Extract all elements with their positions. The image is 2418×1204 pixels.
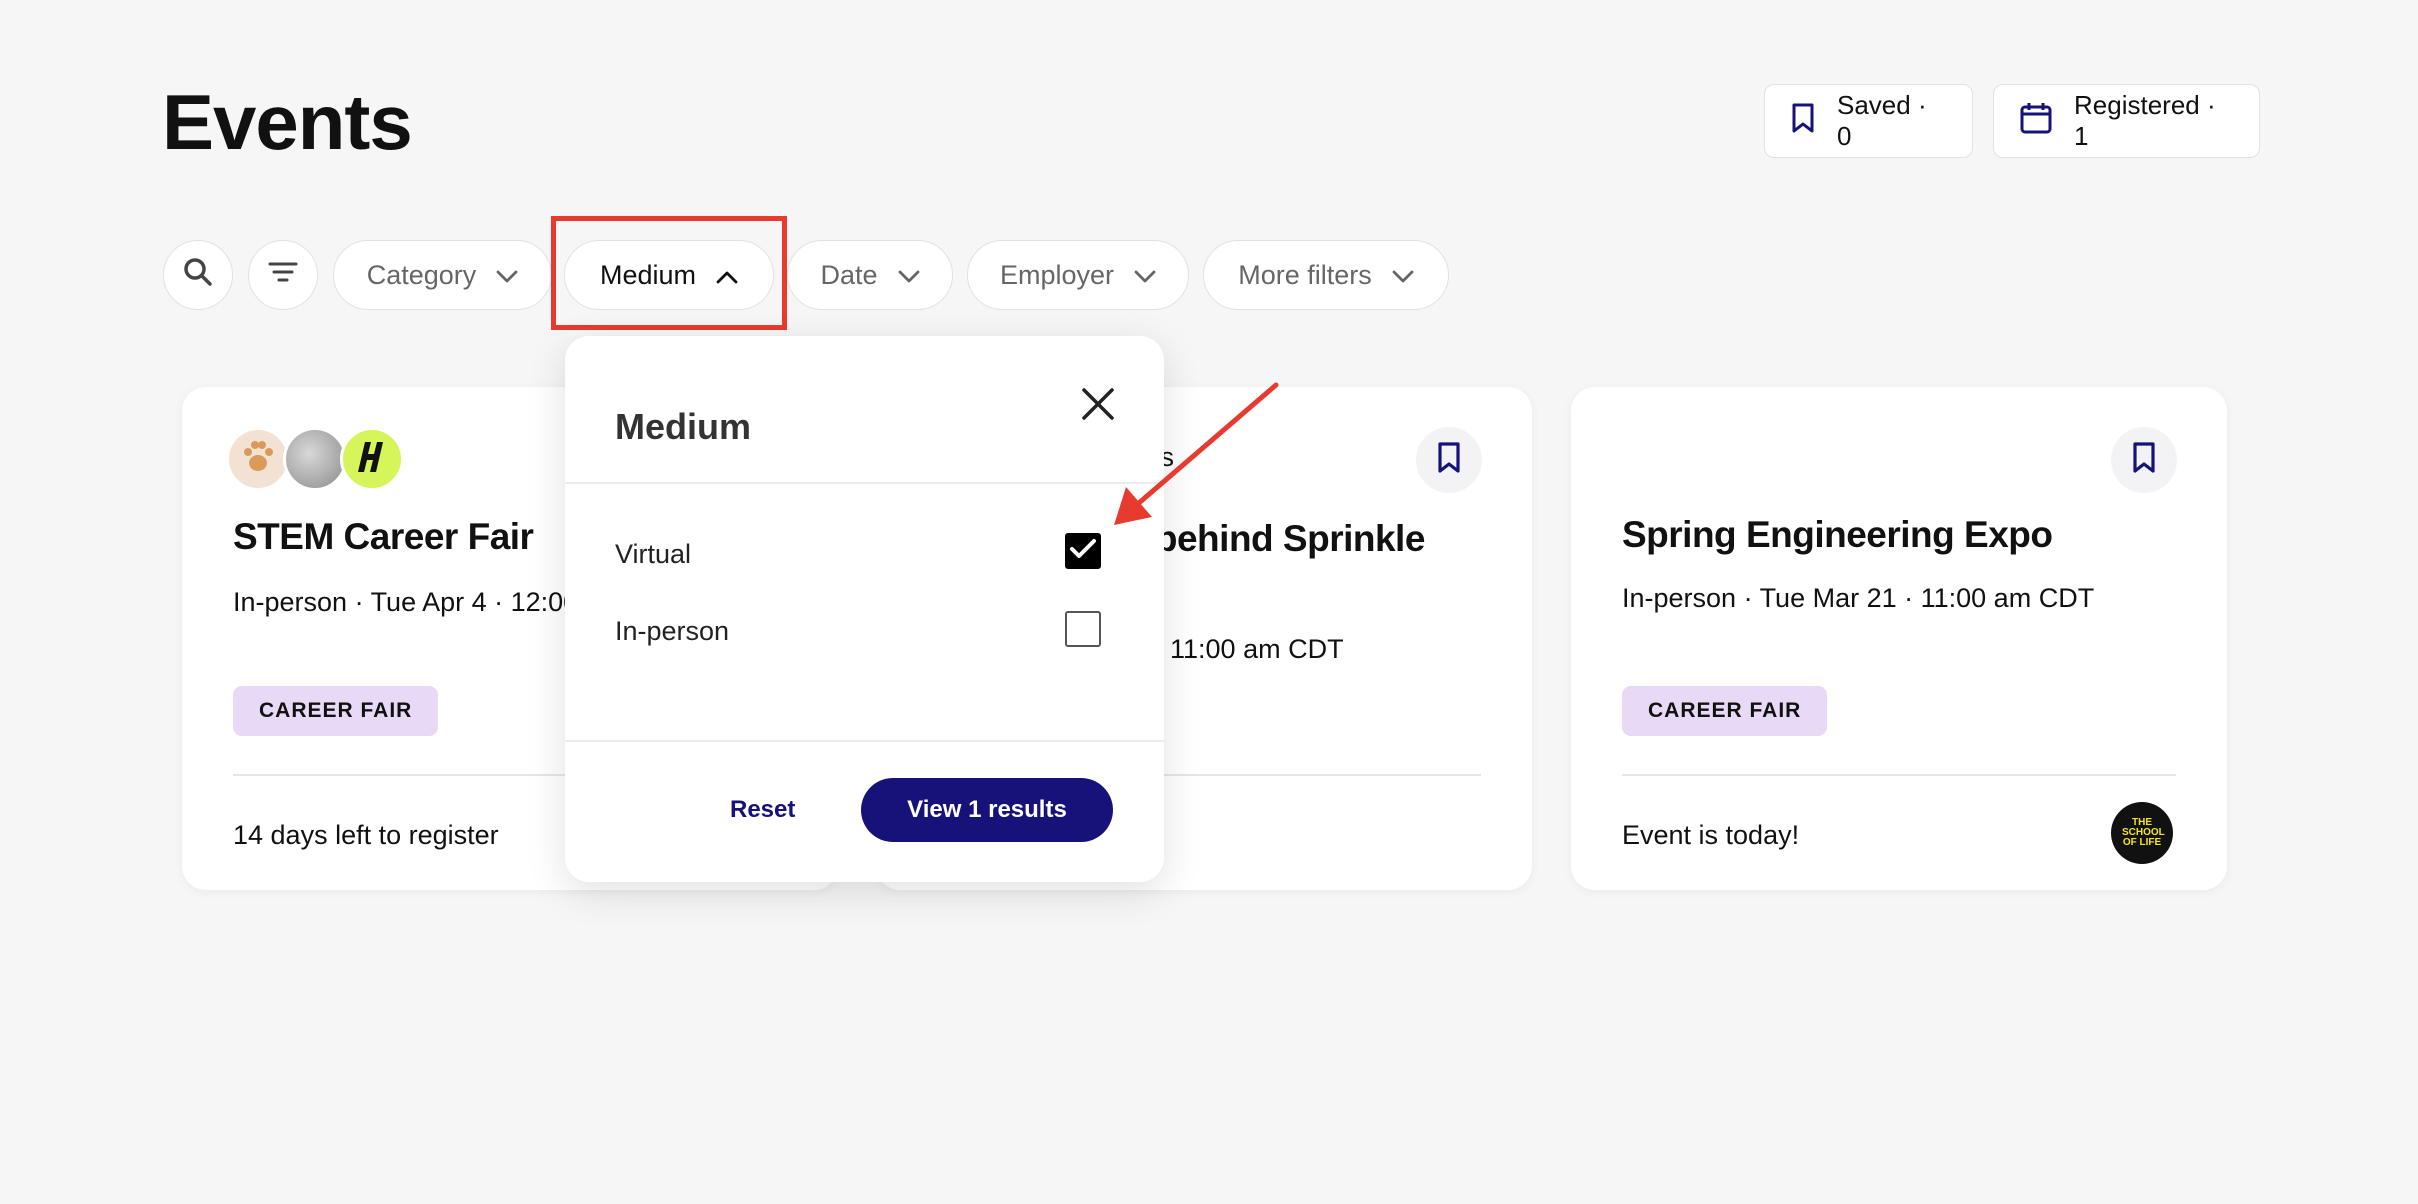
- option-virtual-checkbox[interactable]: [1065, 533, 1101, 569]
- event-title[interactable]: n behind Sprinkle: [1123, 518, 1425, 560]
- employer-logo: THE SCHOOL OF LIFE: [2111, 802, 2173, 864]
- dropdown-title: Medium: [615, 406, 752, 447]
- close-icon: [1080, 388, 1116, 426]
- employer-avatar-paw: [226, 427, 290, 491]
- event-title[interactable]: Spring Engineering Expo: [1622, 514, 2053, 556]
- event-title[interactable]: STEM Career Fair: [233, 516, 534, 558]
- bookmark-button[interactable]: [2111, 427, 2177, 493]
- more-filters-button[interactable]: More filters: [1203, 240, 1449, 310]
- event-meta: In-person · Tue Mar 21 · 11:00 am CDT: [1622, 583, 2095, 613]
- date-filter-label: Date: [820, 259, 878, 290]
- close-button[interactable]: [1080, 386, 1116, 422]
- chevron-down-icon: [496, 260, 518, 291]
- option-in-person-checkbox[interactable]: [1065, 611, 1101, 647]
- register-deadline: 14 days left to register: [233, 820, 499, 850]
- employer-logo-text: THE SCHOOL OF LIFE: [2122, 817, 2165, 848]
- bookmark-icon: [2132, 441, 2156, 479]
- registered-button[interactable]: Registered · 1: [1993, 84, 2260, 158]
- card-divider: [1622, 774, 2176, 776]
- saved-button[interactable]: Saved · 0: [1764, 84, 1973, 158]
- category-filter[interactable]: Category: [333, 240, 552, 310]
- category-tag: CAREER FAIR: [233, 686, 439, 736]
- view-results-button[interactable]: View 1 results: [861, 778, 1113, 842]
- reset-button[interactable]: Reset: [730, 796, 795, 824]
- chevron-down-icon: [1392, 260, 1414, 291]
- paw-icon: [240, 440, 276, 479]
- bookmark-button[interactable]: [1416, 427, 1482, 493]
- search-button[interactable]: [163, 240, 233, 310]
- medium-dropdown: Medium Virtual In-person Reset View 1 re…: [565, 336, 1164, 882]
- chevron-down-icon: [1134, 260, 1156, 291]
- chevron-down-icon: [898, 260, 920, 291]
- event-meta: In-person · Tue Apr 4 · 12:00: [233, 587, 579, 617]
- option-virtual-label[interactable]: Virtual: [615, 539, 691, 570]
- event-card-spring-expo[interactable]: Spring Engineering Expo In-person · Tue …: [1571, 387, 2227, 890]
- sort-button[interactable]: [248, 240, 318, 310]
- event-meta: 11:00 am CDT: [1170, 634, 1344, 664]
- employer-avatar-h: [340, 427, 404, 491]
- event-status: Event is today!: [1622, 820, 1800, 850]
- dropdown-divider: [565, 482, 1164, 484]
- saved-label: Saved · 0: [1837, 90, 1927, 151]
- more-filters-label: More filters: [1238, 259, 1372, 290]
- highlight-box: [551, 216, 787, 330]
- date-filter[interactable]: Date: [787, 240, 953, 310]
- employer-avatar-photo: [283, 427, 347, 491]
- registered-label: Registered · 1: [2074, 90, 2216, 151]
- h-logo-icon: [357, 440, 387, 479]
- calendar-icon: [2020, 102, 2052, 141]
- dropdown-divider: [565, 740, 1164, 742]
- page-title: Events: [162, 78, 413, 166]
- employer-filter-label: Employer: [999, 259, 1115, 290]
- checkmark-icon: [1070, 538, 1096, 565]
- option-in-person-label[interactable]: In-person: [615, 616, 729, 647]
- bookmark-icon: [1791, 103, 1815, 140]
- sort-icon: [268, 260, 298, 291]
- bookmark-icon: [1437, 441, 1461, 479]
- employer-filter[interactable]: Employer: [967, 240, 1189, 310]
- search-icon: [183, 257, 213, 294]
- category-tag: CAREER FAIR: [1622, 686, 1828, 736]
- category-filter-label: Category: [366, 259, 477, 290]
